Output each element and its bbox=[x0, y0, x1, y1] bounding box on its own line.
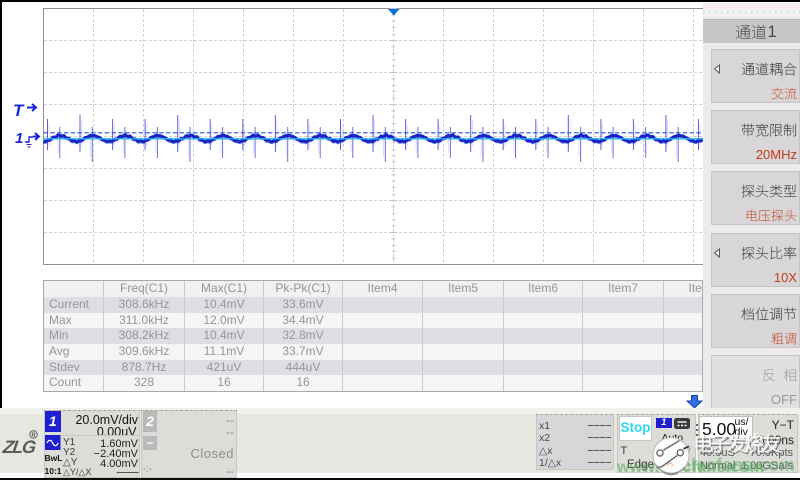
svg-text:R: R bbox=[31, 432, 36, 438]
svg-text:1: 1 bbox=[15, 130, 23, 147]
svg-text:T: T bbox=[13, 101, 25, 120]
